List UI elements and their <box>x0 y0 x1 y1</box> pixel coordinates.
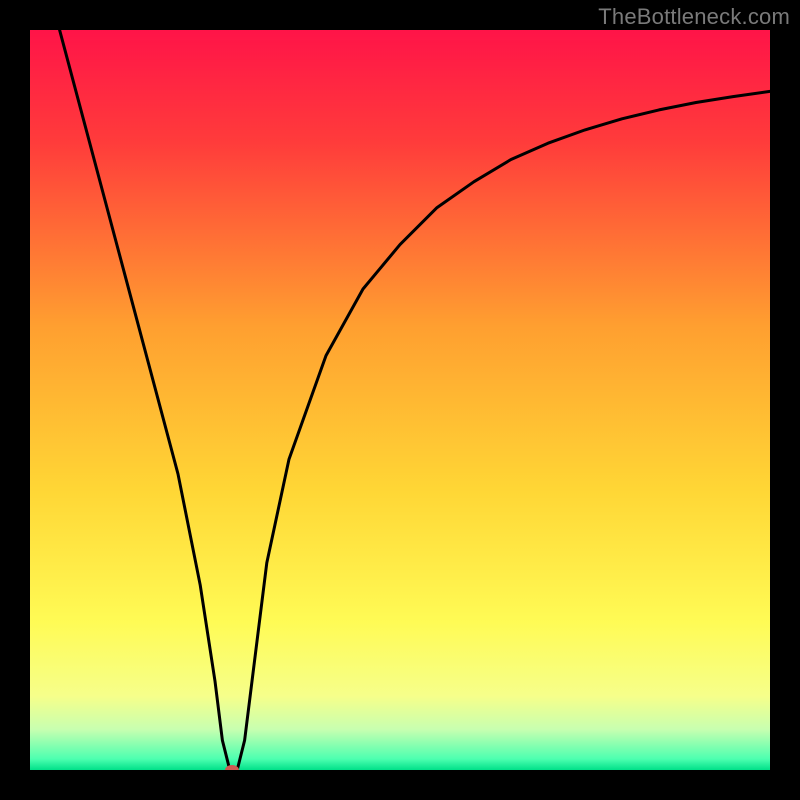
chart-frame: TheBottleneck.com <box>0 0 800 800</box>
bottleneck-chart <box>30 30 770 770</box>
watermark-text: TheBottleneck.com <box>598 4 790 30</box>
gradient-background <box>30 30 770 770</box>
